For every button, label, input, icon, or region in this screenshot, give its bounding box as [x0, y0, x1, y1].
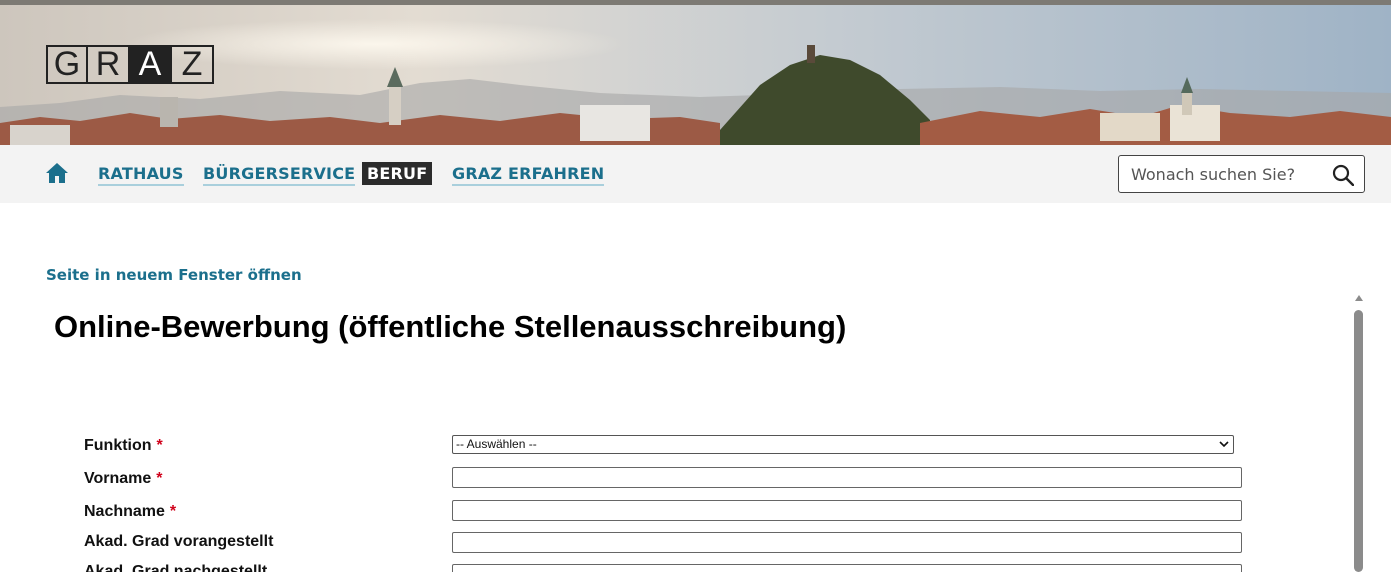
- form-label-akad-grad-nachgestellt: Akad. Grad nachgestellt: [84, 563, 267, 572]
- search-box: [1118, 155, 1365, 193]
- form-label-vorname: Vorname *: [84, 470, 163, 488]
- graz-logo[interactable]: G R A Z: [46, 45, 214, 84]
- akad-grad-nachgestellt-field[interactable]: [452, 564, 1242, 572]
- logo-letter: G: [46, 45, 88, 84]
- vorname-field[interactable]: [452, 467, 1242, 488]
- nachname-field[interactable]: [452, 500, 1242, 521]
- field-label-text: Nachname: [84, 503, 165, 520]
- form-label-funktion: Funktion *: [84, 437, 163, 455]
- search-input[interactable]: [1119, 156, 1325, 192]
- nav-item-rathaus[interactable]: RATHAUS: [98, 164, 184, 186]
- required-marker: *: [156, 437, 163, 454]
- akad-grad-vorangestellt-field[interactable]: [452, 532, 1242, 553]
- logo-letter: Z: [172, 45, 214, 84]
- header-panorama: G R A Z: [0, 5, 1391, 145]
- logo-letter: A: [130, 45, 172, 84]
- nav-item-buergerservice[interactable]: BÜRGERSERVICE: [203, 164, 356, 186]
- search-icon[interactable]: [1332, 164, 1354, 186]
- logo-letter: R: [88, 45, 130, 84]
- main-navigation: RATHAUS BÜRGERSERVICE BERUF GRAZ ERFAHRE…: [0, 145, 1391, 203]
- nav-item-beruf[interactable]: BERUF: [362, 162, 433, 185]
- field-label-text: Vorname: [84, 470, 152, 487]
- home-icon[interactable]: [45, 162, 69, 184]
- page-title: Online-Bewerbung (öffentliche Stellenaus…: [54, 309, 847, 344]
- scrollbar-thumb[interactable]: [1354, 310, 1363, 572]
- nav-item-graz-erfahren[interactable]: GRAZ ERFAHREN: [452, 164, 605, 186]
- open-in-new-window-link[interactable]: Seite in neuem Fenster öffnen: [46, 266, 302, 284]
- required-marker: *: [169, 503, 177, 520]
- form-label-nachname: Nachname *: [84, 503, 176, 521]
- chevron-down-icon: [1219, 441, 1229, 448]
- select-value: -- Auswählen --: [456, 437, 537, 451]
- field-label-text: Akad. Grad vorangestellt: [84, 533, 274, 550]
- field-label-text: Funktion: [84, 437, 152, 454]
- required-marker: *: [156, 470, 163, 487]
- field-label-text: Akad. Grad nachgestellt: [84, 563, 268, 572]
- funktion-select[interactable]: -- Auswählen --: [452, 435, 1234, 454]
- form-label-akad-grad-vorangestellt: Akad. Grad vorangestellt: [84, 533, 273, 551]
- scroll-up-arrow-icon[interactable]: [1354, 294, 1364, 302]
